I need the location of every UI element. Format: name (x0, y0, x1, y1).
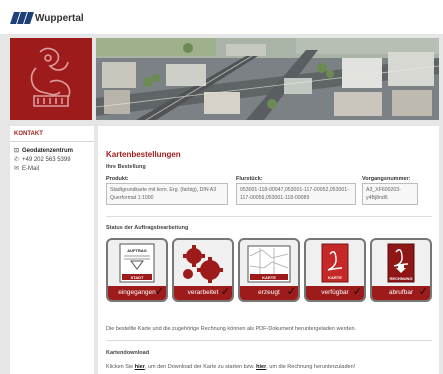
sidebar-item-label: Geodatenzentrum (22, 147, 74, 154)
download-text-part2: , um den Download der Karte zu starten b… (144, 364, 257, 370)
order-document-icon: AUFTRAG STADT (119, 243, 155, 283)
status-step-processed: verarbeitet ✓ (172, 238, 234, 302)
contact-sidebar: KONTAKT ⊡ Geodatenzentrum ✆ +49 202 563 … (10, 126, 94, 374)
sidebar-item-label: +49 202 563 5399 (22, 156, 71, 163)
phone-icon: ✆ (14, 157, 20, 163)
availability-text: Die bestellte Karte und die zugehörige R… (106, 326, 357, 332)
order-heading: Ihre Bestellung (106, 164, 146, 170)
invoice-download-icon: RECHNUNG (387, 243, 415, 283)
download-instructions: Klicken Sie hier, um den Download der Ka… (106, 364, 355, 370)
checkmark-icon: ✓ (418, 285, 428, 298)
sidebar-title: KONTAKT (10, 126, 94, 142)
sidebar-item-email[interactable]: ✉ E-Mail (10, 164, 94, 173)
status-heading: Status der Auftragsbearbeitung (106, 225, 189, 231)
checkmark-icon: ✓ (154, 285, 164, 298)
page: Wuppertal KONTAKT ⊡ Geodatenzentrum ✆ +4… (0, 0, 443, 374)
mail-icon: ✉ (14, 166, 20, 172)
home-icon: ⊡ (14, 148, 20, 154)
product-value: Stadtgrundkarte mit kom. Erg. (farbig), … (106, 183, 228, 205)
checkmark-icon: ✓ (220, 285, 230, 298)
logo-text: Wuppertal (35, 12, 84, 24)
logo-mark-icon (10, 12, 34, 24)
process-number-label: Vorgangsnummer: (362, 176, 411, 182)
download-heading: Kartendownload (106, 350, 150, 356)
pdf-download-icon: KARTE (321, 243, 349, 283)
status-step-retrievable: RECHNUNG abrufbar ✓ (370, 238, 432, 302)
status-step-available: KARTE verfügbar ✓ (304, 238, 366, 302)
main-content: Kartenbestellungen Ihre Bestellung Produ… (98, 126, 439, 374)
divider (106, 340, 432, 341)
parcel-value: 053001-118-00047,053001-117-00052,053001… (236, 183, 356, 205)
aerial-city-photo (96, 38, 439, 120)
page-title: Kartenbestellungen (106, 150, 181, 159)
top-bar: Wuppertal (0, 0, 443, 34)
status-step-generated: KARTE erzeugt ✓ (238, 238, 300, 302)
checkmark-icon: ✓ (286, 285, 296, 298)
sidebar-item-geodatenzentrum[interactable]: ⊡ Geodatenzentrum (10, 142, 94, 155)
download-text-part3: , um die Rechnung herunterzuladen! (266, 364, 356, 370)
city-crest-banner (10, 38, 92, 120)
download-text-part1: Klicken Sie (106, 364, 135, 370)
status-step-received: AUFTRAG STADT eingegangen ✓ (106, 238, 168, 302)
lion-crest-icon (10, 38, 92, 120)
doc-top-label: KARTE (262, 275, 276, 280)
sidebar-item-label: E-Mail (22, 165, 40, 172)
parcel-label: Flurstück: (236, 176, 263, 182)
checkmark-icon: ✓ (352, 285, 362, 298)
wuppertal-logo[interactable]: Wuppertal (10, 11, 84, 25)
divider (106, 216, 432, 217)
invoice-download-link[interactable]: hier (256, 364, 266, 370)
doc-top-label: AUFTRAG (127, 248, 147, 253)
doc-bottom-label: KARTE (328, 275, 342, 280)
map-download-link[interactable]: hier (135, 364, 145, 370)
doc-bottom-label: RECHNUNG (389, 276, 412, 281)
map-icon: KARTE (247, 245, 291, 283)
process-number-value: A3_XF600203-y4Bj8nd6 (362, 183, 418, 205)
product-label: Produkt: (106, 176, 129, 182)
sidebar-item-phone: ✆ +49 202 563 5399 (10, 155, 94, 164)
doc-bottom-label: STADT (130, 275, 144, 280)
gears-icon (183, 245, 223, 283)
